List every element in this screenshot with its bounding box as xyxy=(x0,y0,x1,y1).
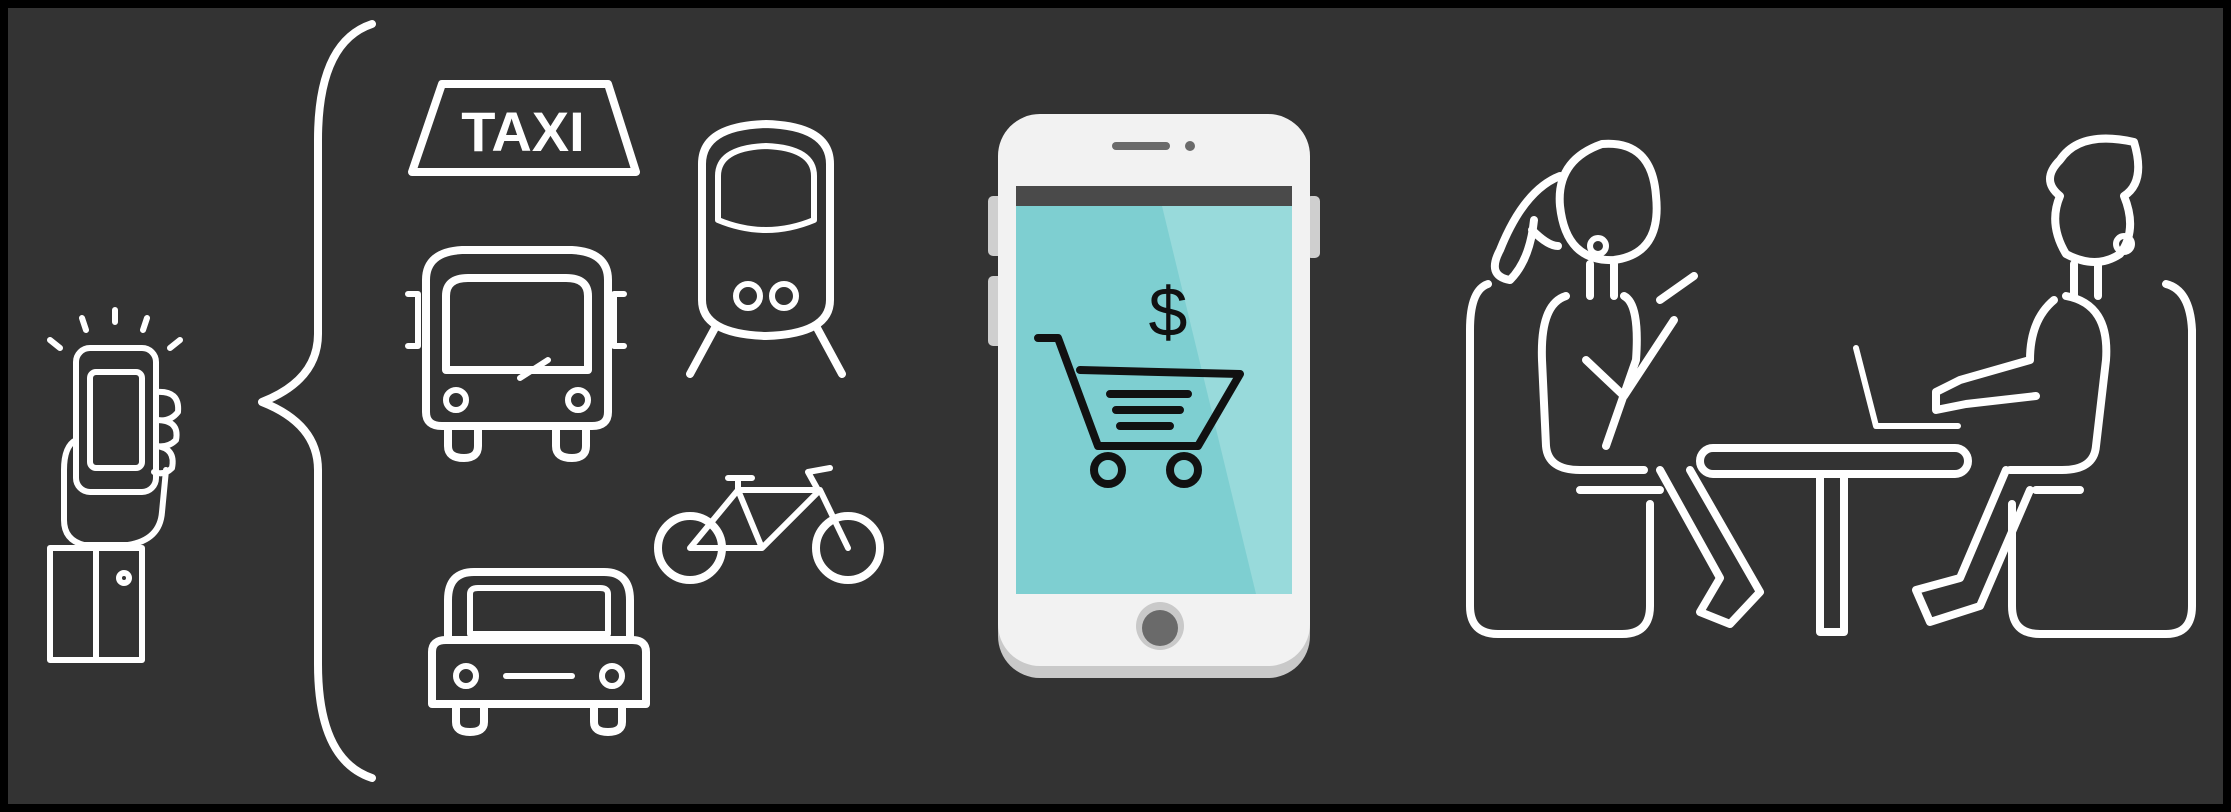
mobility-commerce-illustration: TAXI $ xyxy=(8,8,2223,804)
illustration-canvas: TAXI $ xyxy=(0,0,2231,812)
currency-symbol: $ xyxy=(1149,273,1188,351)
screen-status-bar xyxy=(1016,186,1292,206)
front-camera xyxy=(1185,141,1195,151)
speaker-grille xyxy=(1112,142,1170,150)
taxi-label: TAXI xyxy=(461,100,584,163)
